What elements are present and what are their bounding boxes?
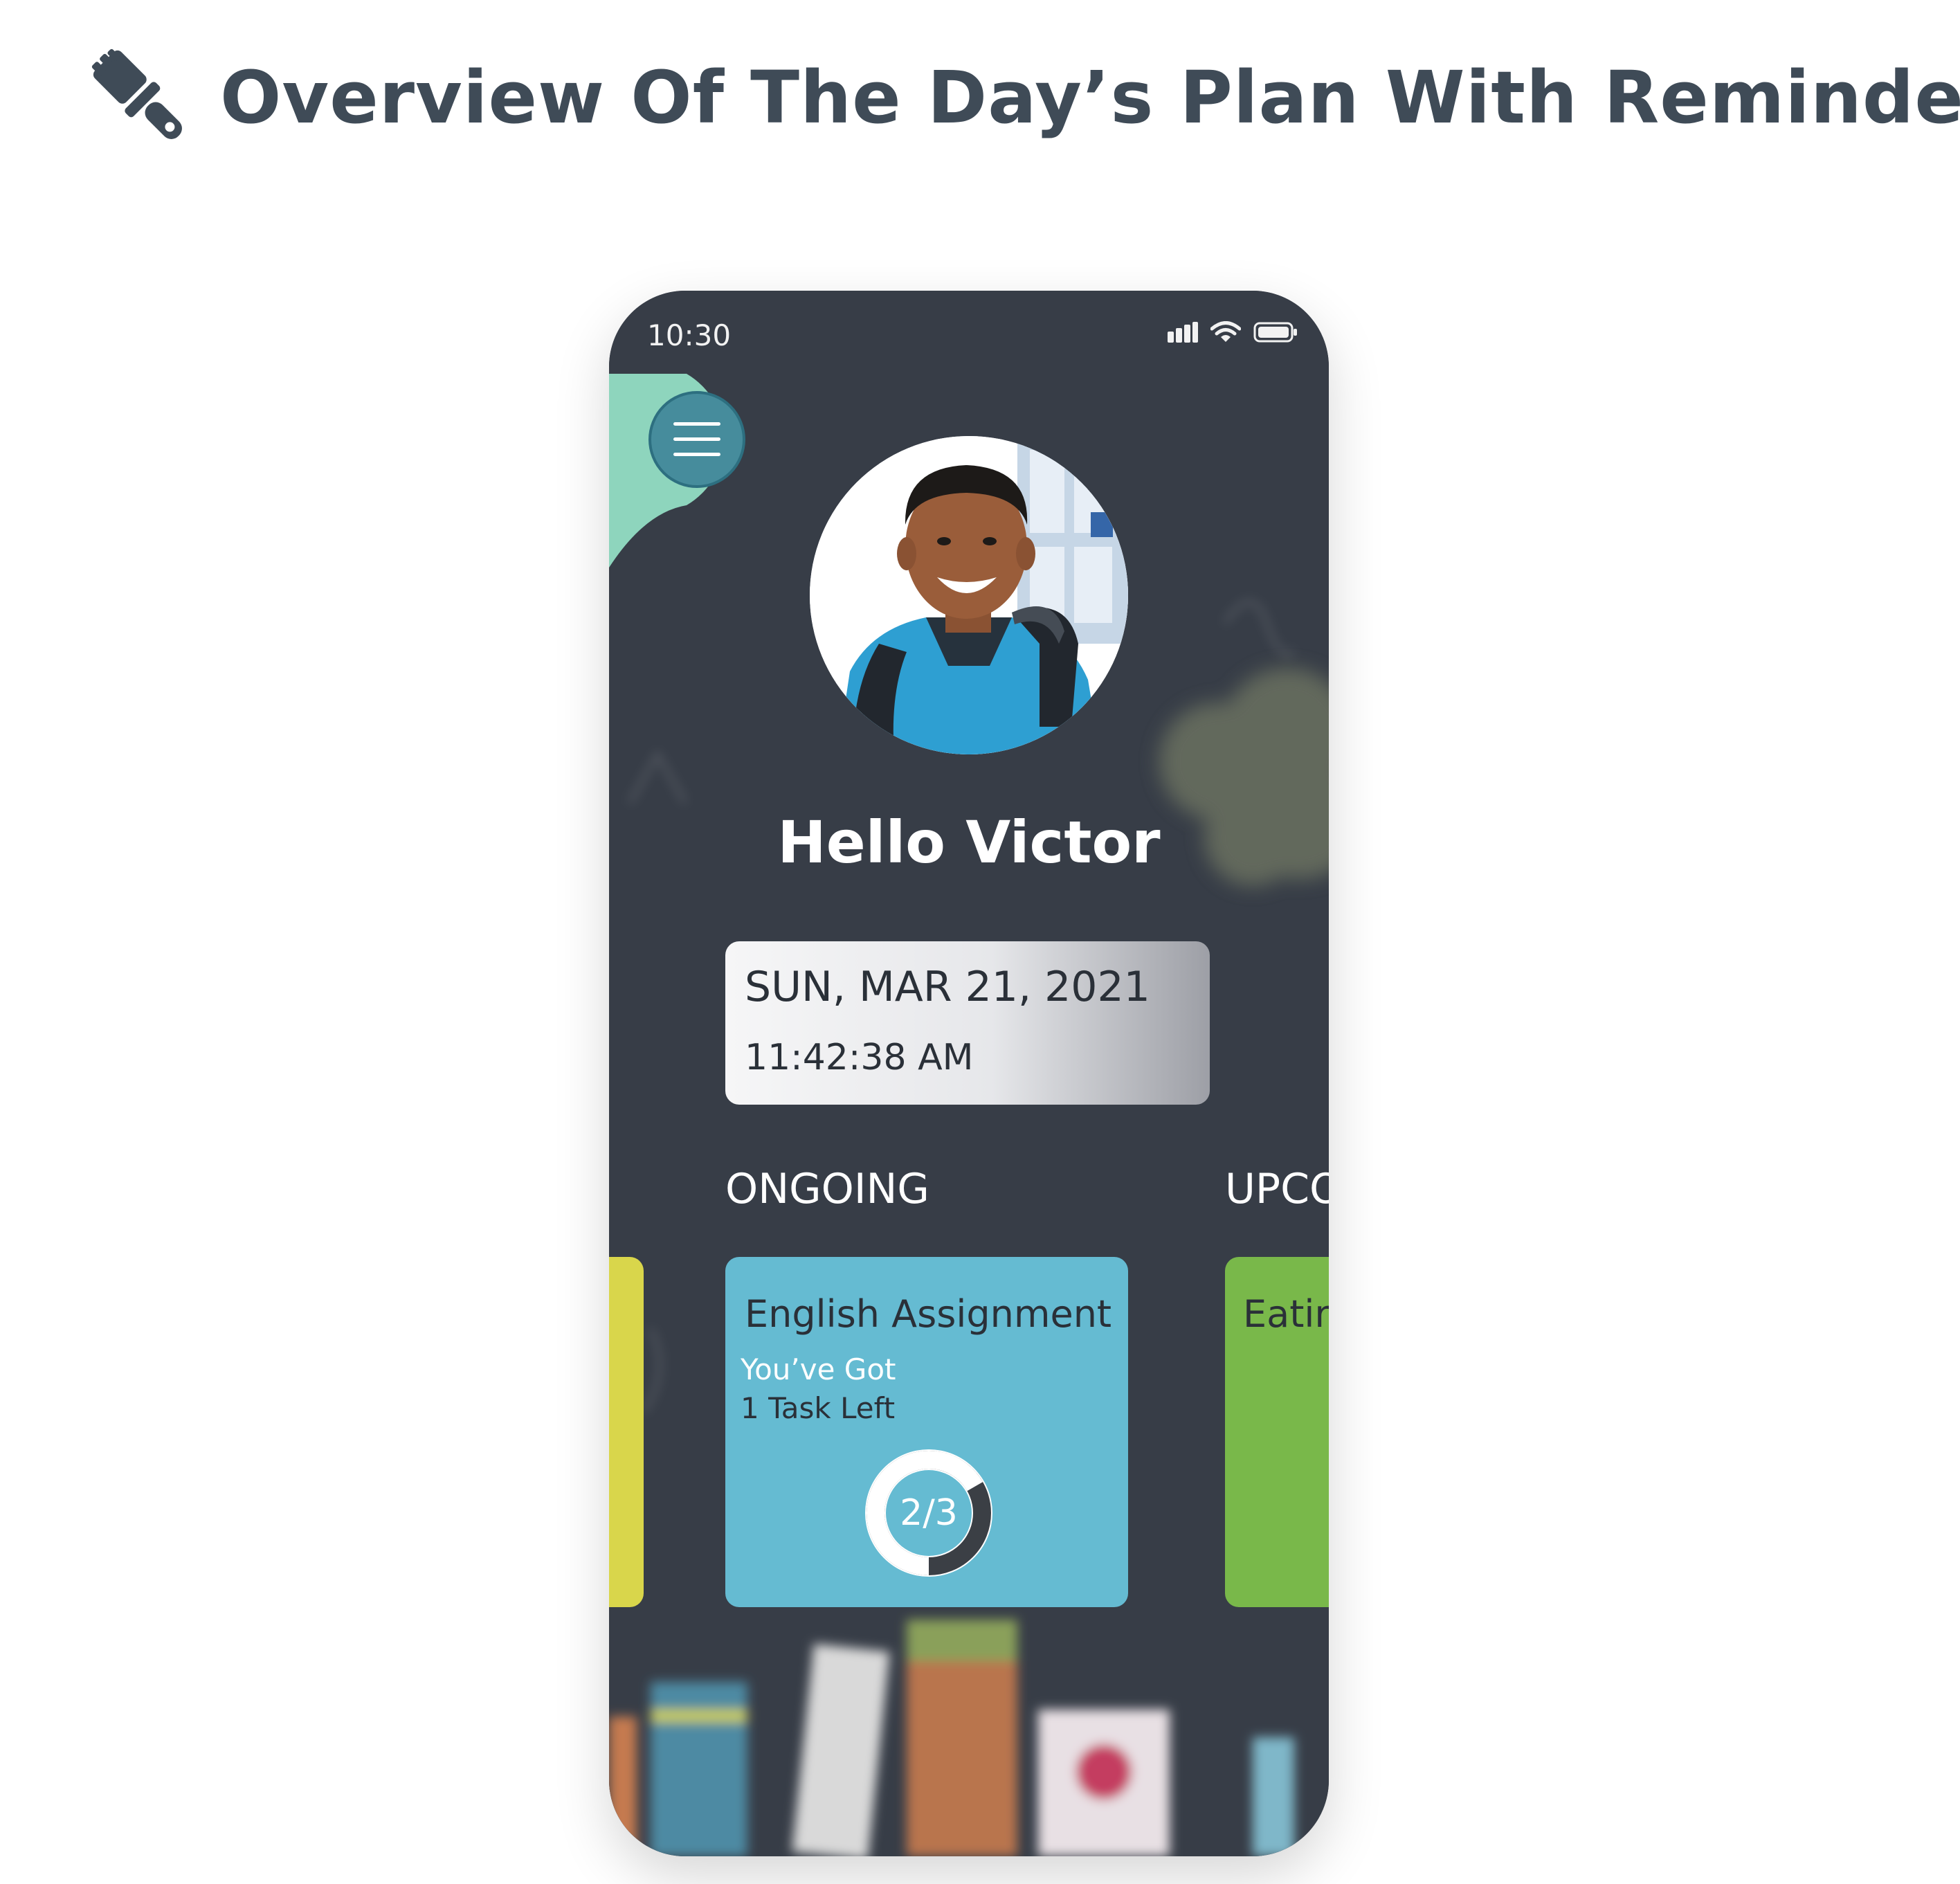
progress-label: 2/3 [900,1492,958,1534]
task-card-ongoing[interactable]: English Assignment You’ve Got 1 Task Lef… [725,1257,1128,1607]
task-subtitle: You’ve Got [741,1352,896,1386]
status-time: 10:30 [647,318,732,352]
task-card-upcoming[interactable]: Eatir [1225,1257,1329,1607]
status-bar: 10:30 [609,291,1329,374]
profile-avatar[interactable] [810,436,1128,754]
wifi-icon [1210,321,1241,343]
section-label-ongoing[interactable]: ONGOING [725,1168,929,1210]
phone-mockup: 10:30 Hello Victor SUN, MAR 21, 2021 11:… [609,291,1329,1856]
status-icons [1168,321,1298,343]
datetime-card: SUN, MAR 21, 2021 11:42:38 AM [725,941,1210,1105]
current-date: SUN, MAR 21, 2021 [745,963,1150,1011]
page-header: Overview Of The Day’s Plan With Reminder [89,39,1960,156]
task-remaining: 1 Task Left [741,1391,896,1425]
page-title: Overview Of The Day’s Plan With Reminder [220,55,1960,140]
task-title: English Assignment [745,1292,1112,1336]
upcoming-task-title: Eatir [1243,1292,1329,1336]
battery-icon [1253,322,1298,343]
paintbrush-icon [89,41,192,155]
signal-icon [1168,322,1198,343]
greeting-text: Hello Victor [777,808,1161,876]
progress-ring: 2/3 [860,1444,998,1582]
task-card-previous[interactable] [609,1257,644,1607]
menu-button[interactable] [648,391,745,488]
section-label-upcoming[interactable]: UPCO [1225,1168,1329,1210]
current-time: 11:42:38 AM [745,1037,974,1078]
hamburger-menu-icon [673,422,720,457]
